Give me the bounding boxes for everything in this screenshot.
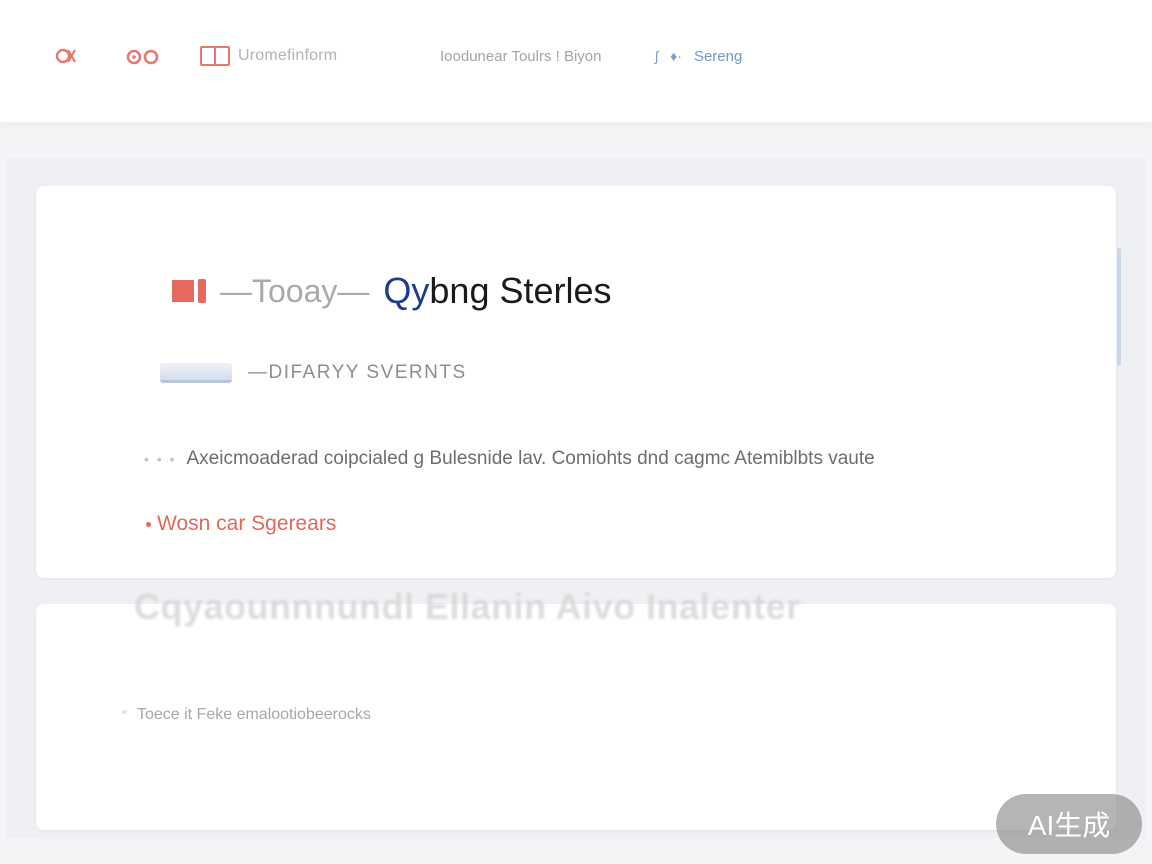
settings-nav[interactable]: ʃ ♦· Sereng bbox=[655, 42, 742, 70]
section-divider bbox=[160, 363, 232, 383]
footer-text: Toece it Feke emalootiobeerocks bbox=[136, 706, 371, 723]
action-link[interactable]: Wosn car Sgerears bbox=[157, 512, 336, 536]
settings-label: Sereng bbox=[693, 47, 743, 65]
title-prefix: —Tooay— bbox=[220, 272, 370, 309]
footer-line: ″ Toece it Feke emalootiobeerocks bbox=[122, 706, 371, 724]
brand-label: Uromefinform bbox=[238, 47, 338, 64]
link-icon[interactable] bbox=[54, 42, 78, 70]
page-title: —Tooay— Qybng Sterles bbox=[172, 268, 612, 314]
description-line: • • • Axeicmoaderad coipcialed g Bulesni… bbox=[144, 448, 875, 470]
window-icon bbox=[200, 46, 230, 66]
title-text: Qybng Sterles bbox=[383, 270, 611, 312]
nav-middle-link[interactable]: Ioodunear Toulrs ! Biyon bbox=[440, 42, 602, 70]
flag-icon bbox=[172, 279, 206, 303]
action-link-row[interactable]: Wosn car Sgerears bbox=[146, 512, 336, 536]
glasses-icon[interactable] bbox=[124, 42, 162, 70]
bullet-dots-icon: • • • bbox=[144, 451, 177, 467]
faded-heading: Cqyaounnnundl Ellanin Aivo Inalenter bbox=[134, 586, 801, 627]
section-header: —DIFARYY SVERNTS bbox=[160, 362, 467, 384]
scrollbar-thumb[interactable] bbox=[1117, 248, 1121, 366]
quote-icon: ″ bbox=[122, 707, 127, 723]
top-navigation-bar: Uromefinform Ioodunear Toulrs ! Biyon ʃ … bbox=[0, 0, 1152, 122]
description-text: Axeicmoaderad coipcialed g Bulesnide lav… bbox=[186, 448, 875, 469]
title-main: bng Sterles bbox=[429, 270, 612, 311]
section-label: —DIFARYY SVERNTS bbox=[248, 362, 467, 383]
pin-icon: ʃ bbox=[655, 48, 659, 64]
ai-watermark: AI生成 bbox=[996, 794, 1142, 854]
bullet-icon bbox=[146, 521, 151, 527]
arrow-icon: ♦· bbox=[670, 48, 682, 64]
title-accent: Qy bbox=[383, 270, 430, 311]
brand-link[interactable]: Uromefinform bbox=[200, 42, 337, 70]
